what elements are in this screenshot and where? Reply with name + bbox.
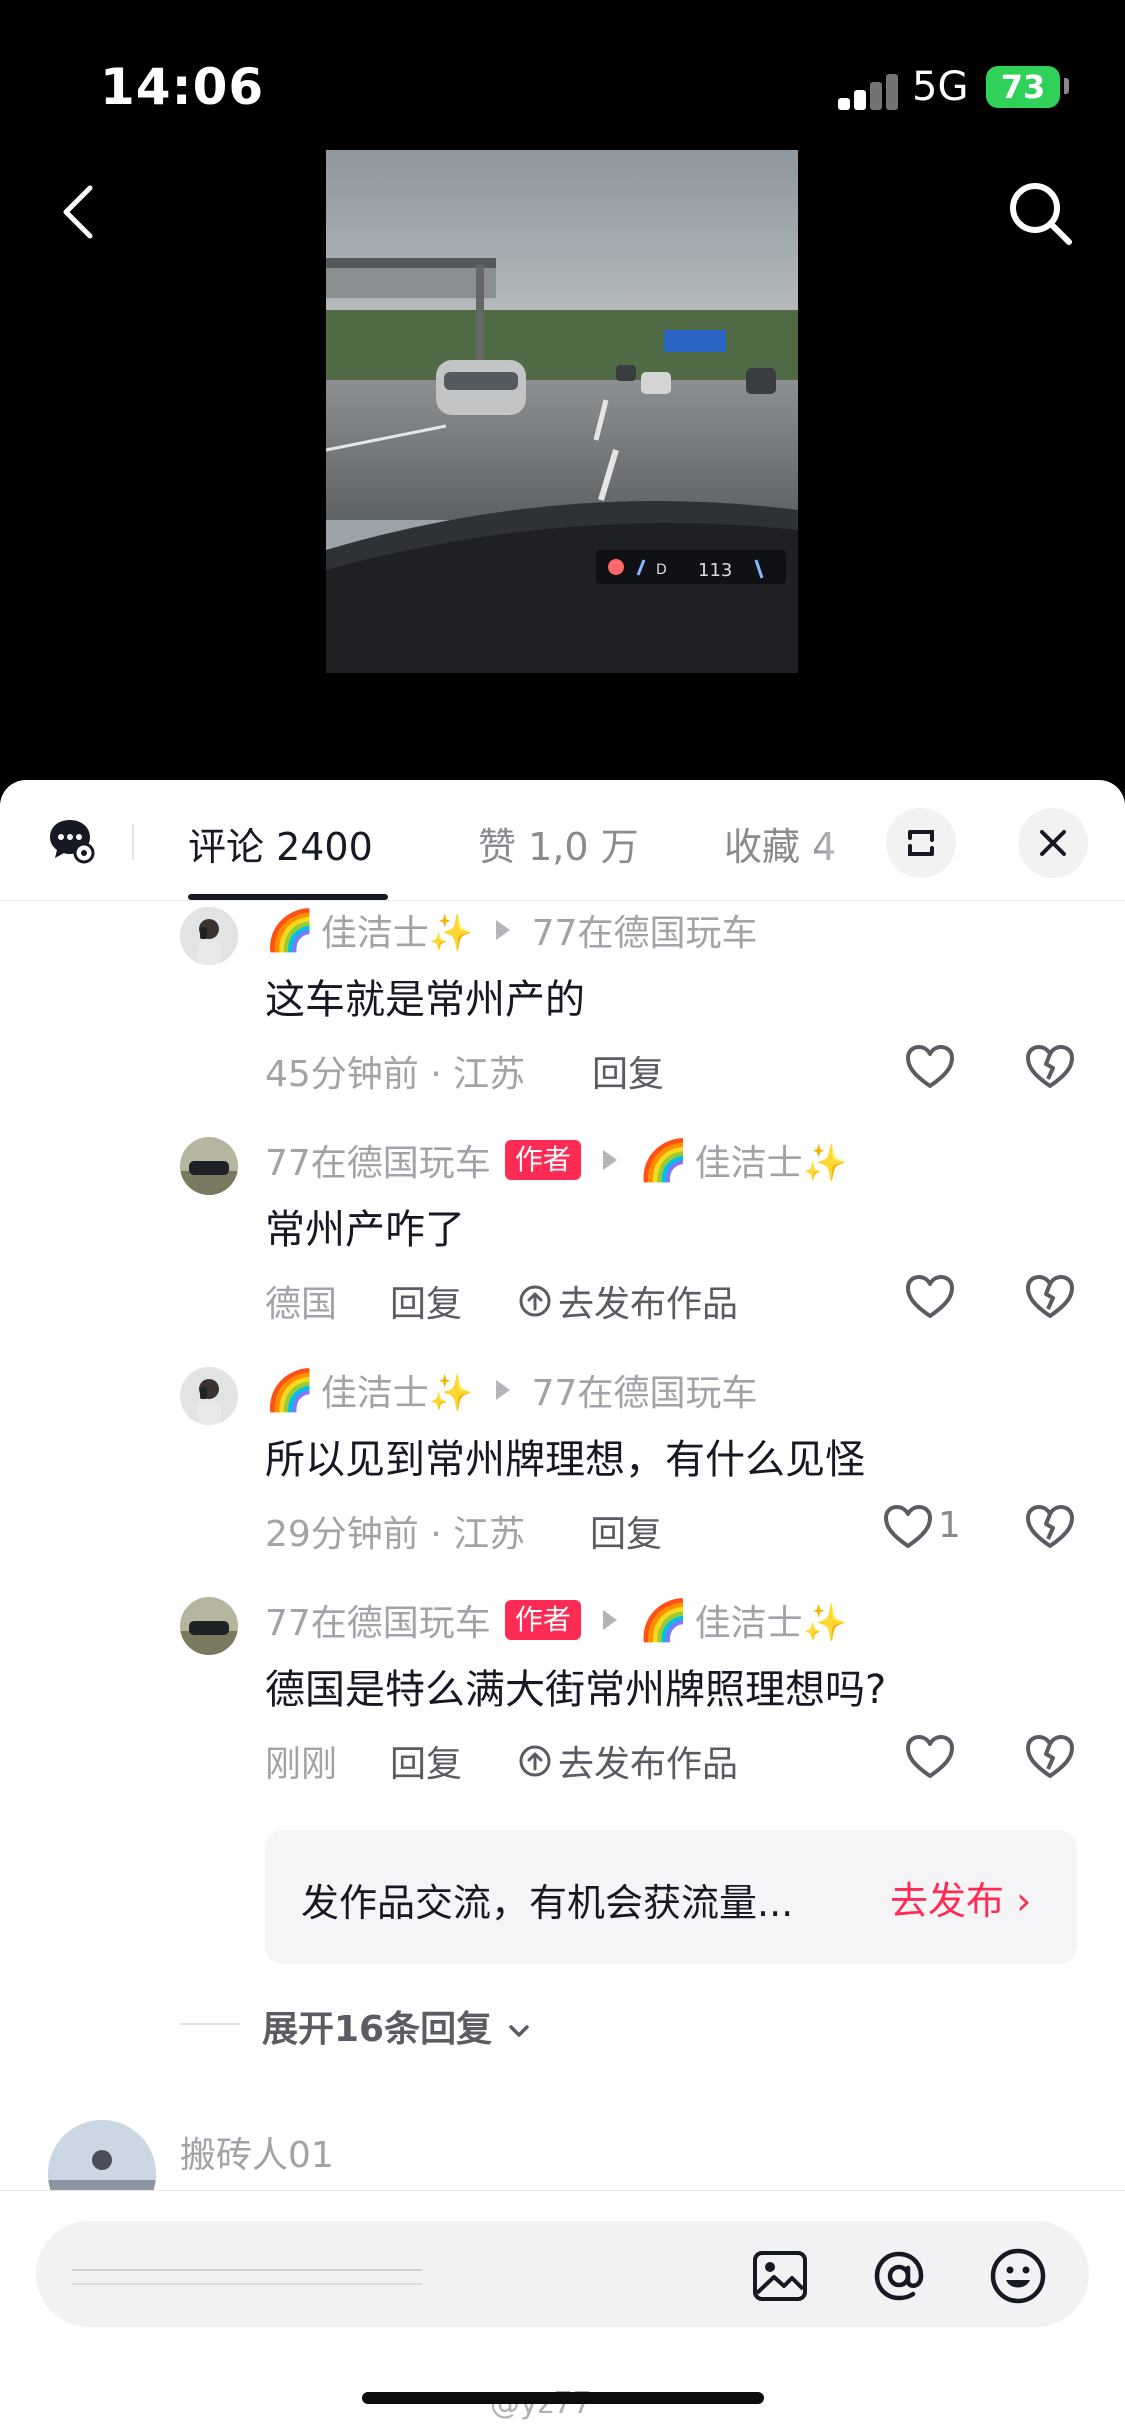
expand-replies-label: 展开16条回复 <box>262 2009 493 2050</box>
tab-likes[interactable]: 赞 1,0 万 <box>478 816 639 871</box>
reply-arrow-icon <box>495 920 510 940</box>
close-icon <box>1040 830 1066 856</box>
publish-label: 去发布作品 <box>558 1284 739 1325</box>
chat-settings-icon[interactable] <box>48 816 96 864</box>
comment-header: 🌈 佳洁士✨ 77在德国玩车 <box>265 905 757 955</box>
comment-meta: 刚刚 <box>265 1744 338 1785</box>
battery-indicator: 73 <box>986 66 1060 108</box>
chevron-down-icon <box>508 2025 529 2037</box>
comment-text: 这车就是常州产的 <box>265 977 585 1023</box>
author-badge: 作者 <box>504 1140 581 1180</box>
reply-to-name[interactable]: 佳洁士✨ <box>695 1134 848 1186</box>
back-icon[interactable] <box>50 182 110 242</box>
search-icon[interactable] <box>1005 178 1075 248</box>
comment-author[interactable]: 77在德国玩车 <box>265 1594 491 1646</box>
comment-meta: 德国 <box>265 1284 338 1325</box>
tab-divider <box>132 824 134 860</box>
publish-label: 去发布作品 <box>558 1744 739 1785</box>
reply-button[interactable]: 回复 <box>390 1275 462 1327</box>
upload-icon <box>519 1285 551 1317</box>
rainbow-icon: 🌈 <box>638 1137 689 1184</box>
reply-button[interactable]: 回复 <box>590 1505 662 1557</box>
reply-arrow-icon <box>602 1610 617 1630</box>
comment-meta: 29分钟前 · 江苏 <box>265 1514 526 1555</box>
reply-to-name[interactable]: 77在德国玩车 <box>532 904 758 956</box>
reply-arrow-icon <box>495 1380 510 1400</box>
avatar[interactable] <box>180 1137 238 1195</box>
tab-comments[interactable]: 评论 2400 <box>188 816 373 871</box>
status-bar: 14:06 5G 73 <box>0 0 1125 150</box>
video-thumbnail[interactable]: D 113 <box>326 150 798 673</box>
comment-sheet: 评论 2400 赞 1,0 万 收藏 4 🌈 佳洁士✨ 77在德国玩车 这车就是… <box>0 780 1125 2436</box>
broken-heart-icon[interactable] <box>1022 1269 1078 1325</box>
publish-works-link[interactable]: 去发布作品 <box>518 1275 738 1327</box>
active-tab-indicator <box>188 894 388 900</box>
heart-icon[interactable] <box>902 1269 958 1325</box>
comment-author[interactable]: 77在德国玩车 <box>265 1134 491 1186</box>
broken-heart-icon[interactable] <box>1022 1039 1078 1095</box>
like-count: 1 <box>938 1505 961 1546</box>
comment-author[interactable]: 搬砖人01 <box>180 2126 334 2178</box>
comment-text: 常州产咋了 <box>265 1207 465 1253</box>
svg-text:113: 113 <box>698 560 732 581</box>
svg-text:D: D <box>656 562 667 578</box>
comment-header: 77在德国玩车 作者 🌈 佳洁士✨ <box>265 1595 847 1645</box>
comment-meta: 45分钟前 · 江苏 <box>265 1054 526 1095</box>
expand-icon <box>908 830 934 856</box>
author-badge: 作者 <box>504 1600 581 1640</box>
reply-to-name[interactable]: 77在德国玩车 <box>532 1364 758 1416</box>
expand-sheet-button[interactable] <box>886 808 956 878</box>
broken-heart-icon[interactable] <box>1022 1729 1078 1785</box>
close-button[interactable] <box>1018 808 1088 878</box>
rainbow-icon: 🌈 <box>265 1367 315 1414</box>
avatar[interactable] <box>180 907 238 965</box>
battery-level: 73 <box>1000 68 1046 106</box>
comment-header: 🌈 佳洁士✨ 77在德国玩车 <box>265 1365 757 1415</box>
avatar[interactable] <box>180 1597 238 1655</box>
heart-icon[interactable] <box>902 1039 958 1095</box>
publish-works-link[interactable]: 去发布作品 <box>518 1735 738 1787</box>
comment-header: 77在德国玩车 作者 🌈 佳洁士✨ <box>265 1135 847 1185</box>
reply-to-name[interactable]: 佳洁士✨ <box>695 1594 848 1646</box>
emoji-icon[interactable] <box>988 2246 1048 2306</box>
promo-text: 发作品交流，有机会获流量... <box>301 1881 794 1925</box>
upload-icon <box>519 1745 551 1777</box>
comment-author[interactable]: 佳洁士✨ <box>321 1364 474 1416</box>
home-indicator[interactable] <box>362 2392 764 2404</box>
reply-arrow-icon <box>602 1150 617 1170</box>
avatar[interactable] <box>180 1367 238 1425</box>
comment-author[interactable]: 佳洁士✨ <box>321 904 474 956</box>
tab-fade <box>810 800 870 880</box>
tab-bar: 评论 2400 赞 1,0 万 收藏 4 <box>0 780 1125 901</box>
battery-cap <box>1064 78 1069 94</box>
comment-text: 德国是特么满大街常州牌照理想吗? <box>265 1667 887 1713</box>
image-icon[interactable] <box>750 2246 810 2306</box>
go-publish-button[interactable]: 去发布 › <box>890 1870 1031 1925</box>
heart-icon[interactable] <box>902 1729 958 1785</box>
expand-divider <box>180 2023 240 2025</box>
reply-button[interactable]: 回复 <box>592 1045 664 1097</box>
rainbow-icon: 🌈 <box>265 907 315 954</box>
expand-replies-button[interactable]: 展开16条回复 <box>262 2000 533 2052</box>
broken-heart-icon[interactable] <box>1022 1499 1078 1555</box>
comment-text: 所以见到常州牌理想，有什么见怪 <box>265 1437 865 1483</box>
publish-promo-card: 发作品交流，有机会获流量... 去发布 › <box>265 1830 1077 1964</box>
reply-button[interactable]: 回复 <box>390 1735 462 1787</box>
comment-input[interactable] <box>36 2221 1089 2327</box>
rainbow-icon: 🌈 <box>638 1597 689 1644</box>
network-type: 5G <box>912 64 969 110</box>
input-placeholder <box>72 2241 432 2307</box>
mention-icon[interactable] <box>869 2246 929 2306</box>
signal-icon <box>838 70 898 110</box>
heart-icon[interactable] <box>880 1499 936 1555</box>
status-time: 14:06 <box>100 58 265 116</box>
